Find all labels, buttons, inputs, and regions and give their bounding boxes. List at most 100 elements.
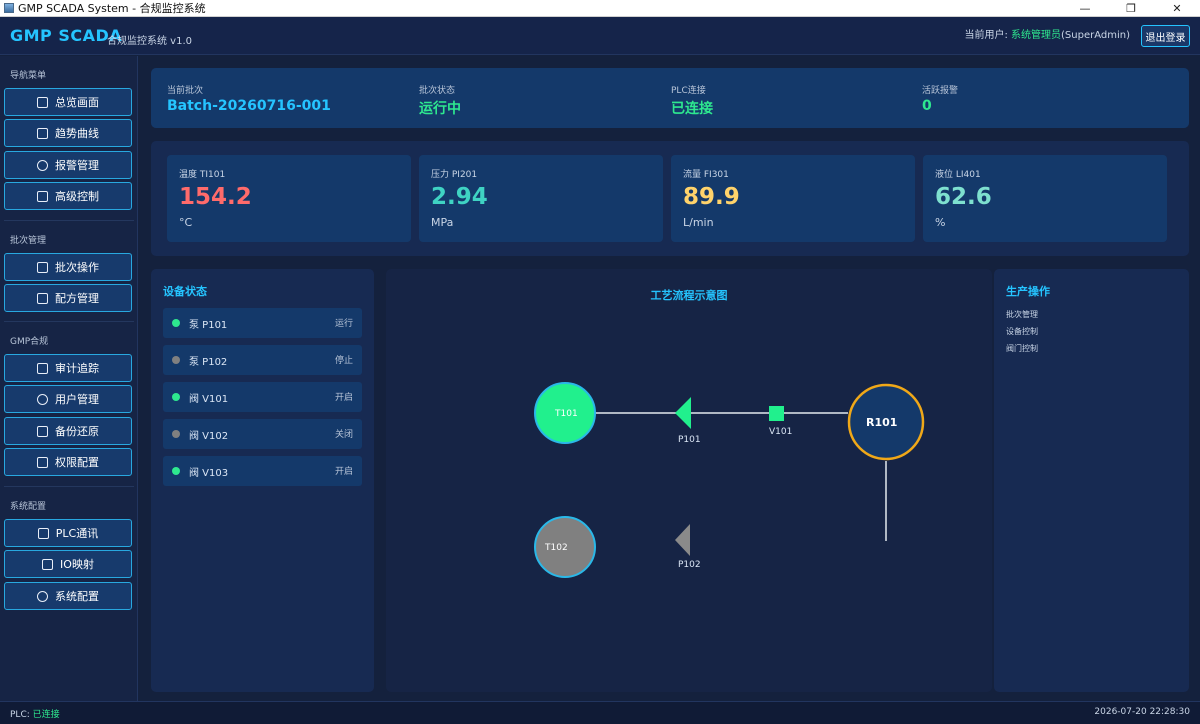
status-dot-icon	[172, 319, 180, 327]
active-alarms-label: 活跃报警	[922, 86, 959, 96]
minimize-icon[interactable]: —	[1062, 0, 1108, 17]
device-status: 停止	[334, 356, 353, 366]
divider	[4, 486, 134, 487]
tank-t102-label: T102	[544, 543, 568, 553]
log-icon	[37, 362, 48, 374]
nav-label: 批次操作	[55, 261, 99, 274]
sensor-unit: °C	[179, 216, 193, 229]
plc-connection: PLC连接 已连接	[671, 83, 713, 118]
nav-label: 系统配置	[55, 590, 99, 603]
nav-label: IO映射	[60, 558, 94, 571]
app-subtitle: 合规监控系统 v1.0	[107, 36, 192, 47]
sensor-unit: MPa	[431, 216, 454, 229]
save-icon	[37, 425, 48, 437]
nav-io-mapping[interactable]: IO映射	[4, 550, 132, 578]
device-row: 泵 P102 停止	[163, 345, 362, 375]
batch-status-value: 运行中	[419, 101, 461, 117]
plc-connection-label: PLC连接	[671, 86, 706, 96]
nav-label: 配方管理	[55, 292, 99, 305]
sensor-value: 62.6	[935, 184, 992, 210]
nav-audit-trail[interactable]: 审计追踪	[4, 354, 132, 382]
nav-plc-comm[interactable]: PLC通讯	[4, 519, 132, 547]
sensor-label: 压力 PI201	[431, 170, 478, 180]
device-row: 阀 V103 开启	[163, 456, 362, 486]
batch-current: 当前批次 Batch-20260716-001	[167, 83, 331, 114]
nav-recipe[interactable]: 配方管理	[4, 284, 132, 312]
nav-label: 趋势曲线	[55, 127, 99, 140]
nav-alarm[interactable]: 报警管理	[4, 151, 132, 179]
app-header: GMP SCADA 合规监控系统 v1.0 当前用户: 系统管理员(SuperA…	[0, 17, 1200, 55]
device-status-panel: 设备状态 泵 P101 运行 泵 P102 停止 阀 V101 开启 阀 V10…	[151, 269, 374, 692]
sensor-label: 液位 LI401	[935, 170, 981, 180]
device-status: 关闭	[334, 430, 353, 440]
nav-backup-restore[interactable]: 备份还原	[4, 417, 132, 445]
nav-label: 权限配置	[55, 456, 99, 469]
sensor-card-flow: 流量 FI301 89.9 L/min	[671, 155, 915, 242]
brand-logo-text: GMP SCADA	[10, 26, 123, 45]
device-row: 阀 V102 关闭	[163, 419, 362, 449]
device-name: 泵 P102	[189, 357, 228, 368]
nav-permissions[interactable]: 权限配置	[4, 448, 132, 476]
gear-icon	[37, 590, 48, 602]
device-name: 阀 V102	[189, 431, 229, 442]
sensor-unit: L/min	[683, 216, 714, 229]
device-name: 阀 V103	[189, 468, 229, 479]
nav-label: 报警管理	[55, 159, 99, 172]
close-icon[interactable]: ✕	[1154, 0, 1200, 17]
device-name: 泵 P101	[189, 320, 228, 331]
valve-v101-label: V101	[769, 427, 792, 437]
process-diagram-panel: 工艺流程示意图 T101 P101 V101 R101 T102 P102	[386, 269, 992, 692]
logout-button[interactable]: 退出登录	[1141, 25, 1190, 47]
sidebar-section-batch: 批次管理	[10, 236, 47, 246]
active-alarms-value: 0	[922, 98, 932, 114]
nav-system-config[interactable]: 系统配置	[4, 582, 132, 610]
sensor-value: 2.94	[431, 184, 488, 210]
nav-overview[interactable]: 总览画面	[4, 88, 132, 116]
op-batch-management[interactable]: 批次管理	[1006, 309, 1038, 320]
batch-status-label: 批次状态	[419, 86, 456, 96]
valve-v101[interactable]	[769, 406, 784, 421]
sidebar: 导航菜单 总览画面 趋势曲线 报警管理 高级控制 批次管理 批次操作 配方管理 …	[0, 56, 138, 701]
trend-icon	[37, 127, 48, 139]
users-icon	[37, 393, 48, 405]
datetime: 2026-07-20 22:28:30	[1094, 707, 1190, 717]
restore-icon[interactable]: ❐	[1108, 0, 1154, 17]
pump-p101[interactable]	[675, 397, 691, 429]
nav-batch-operation[interactable]: 批次操作	[4, 253, 132, 281]
batch-current-label: 当前批次	[167, 86, 204, 96]
op-device-control[interactable]: 设备控制	[1006, 326, 1038, 337]
active-alarms: 活跃报警 0	[922, 83, 958, 114]
bell-icon	[37, 159, 48, 171]
sensor-value: 89.9	[683, 184, 740, 210]
plug-icon	[37, 527, 49, 539]
sidebar-section-nav: 导航菜单	[10, 71, 47, 81]
bar-chart-icon	[37, 96, 48, 108]
nav-label: PLC通讯	[55, 527, 99, 540]
op-valve-control[interactable]: 阀门控制	[1006, 343, 1038, 354]
sensor-label: 流量 FI301	[683, 170, 729, 180]
pump-p101-label: P101	[678, 435, 701, 445]
sensor-panel: 温度 TI101 154.2 °C 压力 PI201 2.94 MPa 流量 F…	[151, 141, 1189, 256]
sensor-value: 154.2	[179, 184, 252, 210]
sidebar-section-system: 系统配置	[10, 502, 47, 512]
status-dot-icon	[172, 393, 180, 401]
window-title: GMP SCADA System - 合规监控系统	[18, 2, 206, 15]
sidebar-section-gmp: GMP合规	[10, 337, 49, 347]
pump-p102[interactable]	[675, 524, 690, 556]
reactor-r101-label: R101	[866, 416, 897, 429]
sensor-unit: %	[935, 216, 946, 229]
device-status: 开启	[334, 393, 353, 403]
batch-info-panel: 当前批次 Batch-20260716-001 批次状态 运行中 PLC连接 已…	[151, 68, 1189, 128]
clipboard-icon	[37, 292, 48, 304]
nav-user-management[interactable]: 用户管理	[4, 385, 132, 413]
monitor-icon	[42, 558, 54, 570]
plc-status-prefix: PLC:	[10, 710, 33, 720]
nav-trend[interactable]: 趋势曲线	[4, 119, 132, 147]
nav-advanced-control[interactable]: 高级控制	[4, 182, 132, 210]
operations-title: 生产操作	[1006, 285, 1050, 298]
device-name: 阀 V101	[189, 394, 229, 405]
window-titlebar: GMP SCADA System - 合规监控系统 — ❐ ✕	[0, 0, 1200, 17]
app-icon	[4, 3, 14, 13]
device-row: 阀 V101 开启	[163, 382, 362, 412]
plc-connection-value: 已连接	[671, 101, 713, 117]
